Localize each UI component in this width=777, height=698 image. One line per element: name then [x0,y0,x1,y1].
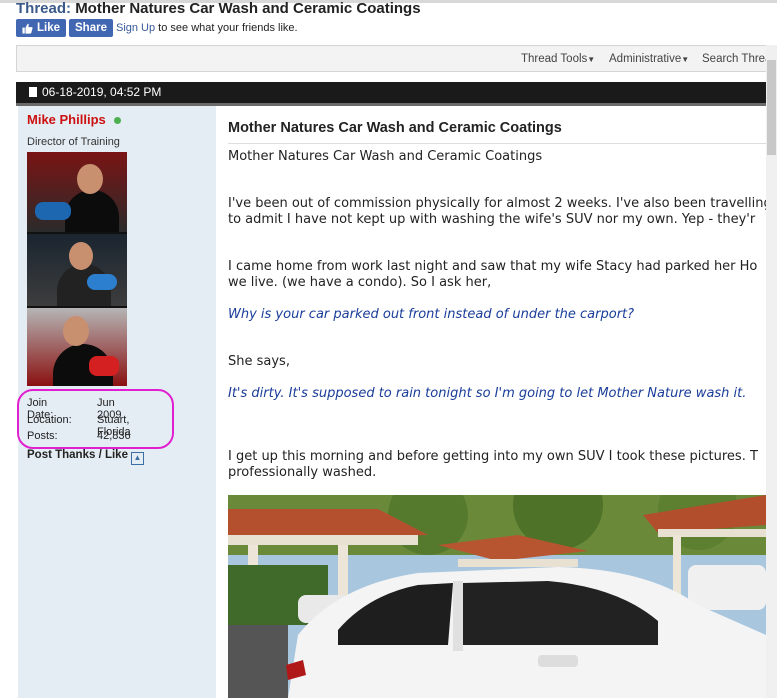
caret-down-icon: ▼ [587,55,596,64]
post-thanks-label: Post Thanks / Like [27,449,128,461]
administrative-menu[interactable]: Administrative▼ [609,53,689,65]
signup-link[interactable]: Sign Up [116,22,155,34]
thread-title: Thread: Mother Natures Car Wash and Cera… [16,0,421,17]
post-date: 06-18-2019, 04:52 PM [42,85,162,99]
thread-name: Mother Natures Car Wash and Ceramic Coat… [75,0,421,17]
thumbs-up-icon [22,23,33,34]
car-photo-illustration [228,495,766,698]
avatar-frame-1 [27,152,127,232]
post-content: Mother Natures Car Wash and Ceramic Coat… [218,106,772,698]
post-quote: It's dirty. It's supposed to rain tonigh… [228,386,747,401]
post-line: I've been out of commission physically f… [228,196,772,211]
user-title: Director of Training [27,136,120,148]
post-title: Mother Natures Car Wash and Ceramic Coat… [228,120,562,136]
expand-up-icon[interactable]: ▲ [130,452,144,465]
username-link[interactable]: Mike Phillips [27,112,106,127]
like-label: Like [37,22,61,34]
thread-tools-label: Thread Tools [521,53,588,65]
post-thanks-like[interactable]: Post Thanks / Like ▲ [27,449,144,465]
administrative-label: Administrative [609,53,682,65]
signup-suffix: to see what your friends like. [155,22,298,34]
online-status-icon [114,117,121,124]
facebook-bar: Like Share Sign Up to see what your frie… [16,19,298,37]
facebook-signup-text: Sign Up to see what your friends like. [116,22,298,34]
post-line: we live. (we have a condo). So I ask her… [228,275,492,290]
thread-tools-menu[interactable]: Thread Tools▼ [521,53,595,65]
avatar[interactable] [27,152,127,386]
avatar-frame-3 [27,308,127,386]
facebook-like-button[interactable]: Like [16,19,67,37]
document-icon [29,87,37,97]
caret-down-icon: ▼ [681,55,690,64]
facebook-share-button[interactable]: Share [69,19,113,37]
thread-toolbar: Thread Tools▼ Administrative▼ Search Thr… [16,45,777,72]
title-divider [228,143,766,144]
post-line: to admit I have not kept up with washing… [228,212,756,227]
post-line: I came home from work last night and saw… [228,259,758,274]
avatar-frame-2 [27,234,127,306]
thread-label: Thread: [16,0,72,17]
post-line: I get up this morning and before getting… [228,449,758,464]
post-header: 06-18-2019, 04:52 PM [16,82,777,103]
post-quote: Why is your car parked out front instead… [228,307,635,322]
vertical-scrollbar[interactable] [766,45,777,698]
highlight-annotation [17,389,174,449]
post-line: She says, [228,354,290,369]
share-label: Share [75,22,107,34]
post-line: Mother Natures Car Wash and Ceramic Coat… [228,149,543,164]
post-line: professionally washed. [228,465,377,480]
scrollbar-thumb[interactable] [767,60,776,155]
post-photo[interactable] [228,495,766,698]
